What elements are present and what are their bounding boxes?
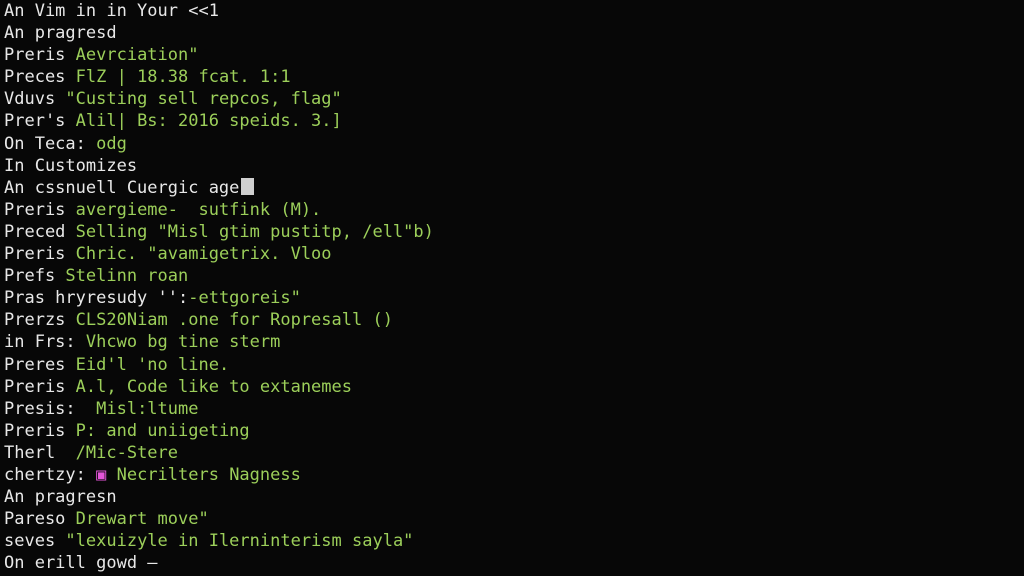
line-output: Selling "Misl gtim pustitp, /ell"b) [75,221,434,242]
magenta-glyph-icon: ▣ [96,464,107,485]
terminal-line: Prerzs CLS20Niam .one for Ropresall () [4,309,1024,331]
cursor-block [241,177,255,195]
line-output: -ettgoreis" [188,288,301,309]
terminal-line: An Vim in in Your <<1 [4,0,1024,22]
line-text: seves [4,531,66,552]
terminal-line: In Customizes [4,155,1024,177]
terminal-line: chertzy: ▣ Necrilters Nagness [4,464,1024,486]
terminal-line: An pragresn [4,486,1024,508]
terminal-line: An pragresd [4,22,1024,44]
line-text: Preris [4,45,76,66]
terminal-line: Pareso Drewart move" [4,508,1024,530]
line-output: /Mic-Stere [75,442,179,463]
line-output: CLS20Niam .one for Ropresall () [75,310,393,331]
terminal-line: Preris P: and uniigeting [4,420,1024,442]
line-output: P: and uniigeting [75,420,250,441]
terminal-line: Vduvs "Custing sell repcos, flag" [4,88,1024,110]
line-output: FlZ | 18.38 fcat. 1:1 [75,67,291,88]
terminal-window[interactable]: An Vim in in Your <<1 An pragresd Preris… [0,0,1024,576]
line-output: Chric. "avamigetrix. Vloo [75,244,332,265]
line-output: Necrilters Nagness [106,464,301,485]
line-text: An cssnuell Cuergic age [4,177,240,198]
line-text: Preris [4,376,76,397]
terminal-line: Prefs Stelinn roan [4,265,1024,287]
line-output: Drewart move" [75,509,209,530]
line-output: "Custing sell repcos, flag" [65,89,342,110]
line-text: Preris [4,244,76,265]
line-output: Eid'l 'no line. [75,354,230,375]
line-output: Vhcwo bg tine sterm [85,332,281,353]
terminal-line: Preris avergieme- sutfink (M). [4,199,1024,221]
line-text: Preris [4,420,76,441]
terminal-line: Preres Eid'l 'no line. [4,354,1024,376]
line-text: Presis: [4,398,97,419]
line-text: chertzy: [4,464,97,485]
line-output: Stelinn roan [65,266,189,287]
terminal-line: Preris Chric. "avamigetrix. Vloo [4,243,1024,265]
line-output: avergieme- sutfink (M). [75,199,322,220]
terminal-line: seves "lexuizyle in Ilerninterism sayla" [4,530,1024,552]
line-text: Prefs [4,266,66,287]
line-text: Pras hryresudy '': [4,288,189,309]
line-output: Alil| Bs: 2016 speids. 3.] [75,111,342,132]
line-text: Prer's [4,111,76,132]
line-text: Preces [4,67,76,88]
line-text: Prerzs [4,310,76,331]
line-text: In Customizes [4,155,138,176]
terminal-line: Prer's Alil| Bs: 2016 speids. 3.] [4,110,1024,132]
line-text: On erill gowd [4,553,148,574]
terminal-line: Therl /Mic-Stere [4,442,1024,464]
line-output: Aevrciation" [75,45,199,66]
line-output: A.l, Code like to extanemes [75,376,352,397]
terminal-line: Pras hryresudy '':-ettgoreis" [4,287,1024,309]
line-text: Therl [4,442,76,463]
terminal-line: Presis: Misl:ltume [4,398,1024,420]
line-text: Preres [4,354,76,375]
line-text: Preced [4,221,76,242]
line-text: Pareso [4,509,76,530]
terminal-line: Preris Aevrciation" [4,44,1024,66]
terminal-line: An cssnuell Cuergic age [4,177,1024,199]
terminal-line: On erill gowd — [4,552,1024,574]
line-output: odg [96,133,127,154]
terminal-line: Preced Selling "Misl gtim pustitp, /ell"… [4,221,1024,243]
line-text: An Vim in in Your <<1 [4,1,219,21]
line-output: — [147,553,158,574]
line-text: Preris [4,199,76,220]
line-output: Misl:ltume [96,398,199,419]
line-text: in Frs: [4,332,86,353]
line-text: An pragresn [4,487,117,508]
terminal-line: On Teca: odg [4,133,1024,155]
terminal-line: in Frs: Vhcwo bg tine sterm [4,331,1024,353]
line-text: An pragresd [4,23,117,44]
terminal-line: Preris A.l, Code like to extanemes [4,376,1024,398]
terminal-line: Preces FlZ | 18.38 fcat. 1:1 [4,66,1024,88]
line-text: On Teca: [4,133,97,154]
line-output: "lexuizyle in Ilerninterism sayla" [65,531,414,552]
line-text: Vduvs [4,89,66,110]
